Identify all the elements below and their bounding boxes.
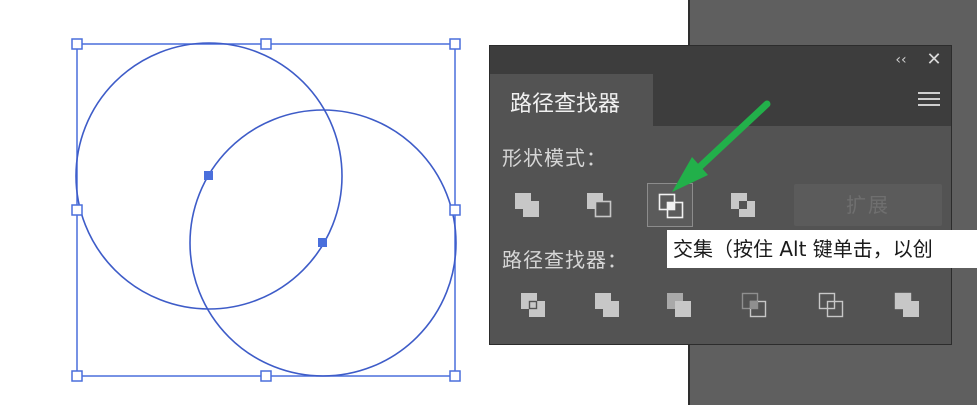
annotation-arrow-icon — [672, 100, 771, 192]
intersect-tooltip: 交集（按住 Alt 键单击，以创 — [667, 230, 977, 268]
